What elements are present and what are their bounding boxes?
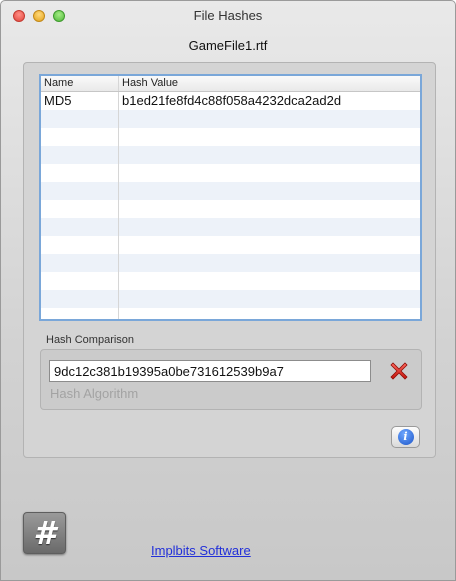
table-row[interactable] — [41, 236, 420, 254]
table-cell-hash — [119, 200, 420, 218]
column-header-hash-value[interactable]: Hash Value — [119, 76, 420, 91]
table-cell-name — [41, 146, 119, 164]
title-bar: File Hashes — [1, 1, 455, 31]
table-cell-name — [41, 272, 119, 290]
table-row[interactable] — [41, 218, 420, 236]
table-cell-name — [41, 200, 119, 218]
table-cell-name — [41, 236, 119, 254]
info-button[interactable]: i — [391, 426, 420, 448]
table-cell-name — [41, 164, 119, 182]
info-icon: i — [397, 429, 414, 445]
table-row[interactable] — [41, 182, 420, 200]
hash-algorithm-label: Hash Algorithm — [50, 386, 139, 401]
table-row[interactable] — [41, 110, 420, 128]
implbits-software-link[interactable]: Implbits Software — [151, 543, 251, 558]
table-cell-hash — [119, 272, 420, 290]
column-header-name[interactable]: Name — [41, 76, 119, 91]
table-cell-name — [41, 254, 119, 272]
table-cell-hash — [119, 290, 420, 308]
hash-table[interactable]: Name Hash Value MD5 b1ed21fe8fd4c88f058a4… — [39, 74, 422, 321]
table-cell-name — [41, 290, 119, 308]
table-cell-name — [41, 110, 119, 128]
zoom-icon[interactable] — [53, 10, 65, 22]
table-row[interactable] — [41, 128, 420, 146]
table-body: MD5 b1ed21fe8fd4c88f058a4232dca2ad2d — [41, 92, 420, 319]
table-row[interactable] — [41, 272, 420, 290]
file-hashes-window: File Hashes GameFile1.rtf Name Hash Valu… — [0, 0, 456, 581]
table-cell-hash — [119, 236, 420, 254]
table-cell-hash — [119, 308, 420, 319]
table-cell-hash: b1ed21fe8fd4c88f058a4232dca2ad2d — [122, 93, 342, 108]
hash-comparison-input[interactable] — [49, 360, 371, 382]
content-panel: Name Hash Value MD5 b1ed21fe8fd4c88f058a4… — [23, 62, 436, 458]
table-cell-hash — [119, 254, 420, 272]
hash-comparison-label: Hash Comparison — [46, 334, 135, 346]
table-header: Name Hash Value — [41, 76, 420, 92]
table-cell-name — [41, 218, 119, 236]
table-row[interactable] — [41, 164, 420, 182]
window-title: File Hashes — [193, 8, 263, 23]
table-cell-hash — [119, 146, 420, 164]
table-row[interactable]: MD5 b1ed21fe8fd4c88f058a4232dca2ad2d — [41, 92, 420, 110]
table-row[interactable] — [41, 254, 420, 272]
hash-app-icon-glyph: # — [33, 514, 56, 552]
clear-x-icon[interactable] — [387, 359, 411, 383]
table-cell-hash — [119, 218, 420, 236]
table-row[interactable] — [41, 308, 420, 319]
minimize-icon[interactable] — [33, 10, 45, 22]
table-cell-hash — [119, 164, 420, 182]
table-cell-hash — [119, 182, 420, 200]
table-cell-name — [41, 182, 119, 200]
table-row[interactable] — [41, 146, 420, 164]
table-cell-hash — [119, 128, 420, 146]
close-icon[interactable] — [13, 10, 25, 22]
table-row[interactable] — [41, 290, 420, 308]
table-cell-name — [41, 128, 119, 146]
table-cell-hash — [119, 110, 420, 128]
table-cell-name: MD5 — [41, 92, 119, 110]
hash-app-icon: # — [23, 512, 66, 554]
hash-comparison-group: Hash Algorithm — [40, 349, 422, 410]
table-row[interactable] — [41, 200, 420, 218]
table-cell-name — [41, 308, 119, 319]
file-name-label: GameFile1.rtf — [188, 38, 268, 53]
